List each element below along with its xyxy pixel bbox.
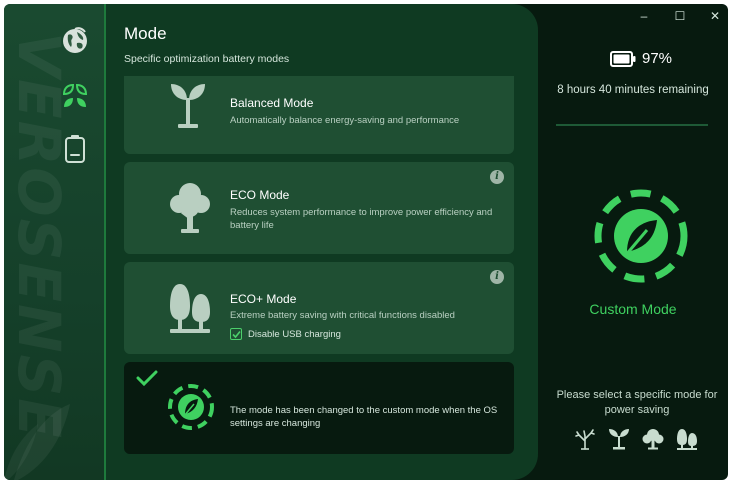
balanced-mode-title: Balanced Mode [230,96,314,110]
mode-shortcut-off[interactable] [574,428,596,450]
current-mode-icon [594,189,688,283]
brand-watermark: VEROSENSE [14,32,64,440]
forest-icon [170,284,210,333]
mode-shortcut-balanced[interactable] [608,428,630,450]
tree-small-icon [642,429,664,450]
eco-info-icon[interactable]: i [490,170,504,184]
close-button[interactable]: ✕ [703,8,727,24]
status-divider [556,124,708,126]
eco-plus-mode-description: Extreme battery saving with critical fun… [230,310,455,321]
bare-tree-icon [575,429,595,450]
battery-level-icon [610,50,636,67]
custom-mode-description: The mode has been changed to the custom … [230,405,498,430]
battery-status: 97% [610,50,672,67]
check-icon [231,330,241,338]
main-panel: Mode Specific optimization battery modes… [106,4,538,480]
current-mode-label: Custom Mode [589,301,677,317]
battery-icon [65,135,85,163]
eco-mode-title: ECO Mode [230,188,290,202]
sprout-small-icon [609,429,629,450]
verosense-app-window: VEROSENSE Mode Specific optimization bat… [4,4,728,480]
sidebar-item-globe[interactable] [58,24,92,58]
mode-shortcut-eco[interactable] [642,428,664,450]
selected-check-icon [136,370,158,386]
sidebar-item-mode[interactable] [58,79,92,113]
battery-percentage: 97% [642,50,673,67]
mode-shortcut-eco-plus[interactable] [676,428,698,450]
sprout-icon [171,84,205,128]
maximize-button[interactable]: ☐ [668,8,692,24]
disable-usb-charging-checkbox[interactable]: Disable USB charging [230,328,341,340]
tree-icon [170,183,210,233]
time-remaining: 8 hours 40 minutes remaining [557,84,709,96]
status-pane: – ☐ ✕ 97% 8 hours 40 minutes remaining C… [538,4,728,480]
eco-mode-description: Reduces system performance to improve po… [230,207,493,232]
mode-list[interactable]: i Balanced Mode Automatically balance en… [124,76,514,480]
mode-shortcuts [574,428,698,450]
mode-card-eco[interactable]: i ECO Mode Reduces system performance to… [124,162,514,254]
mode-card-custom[interactable]: The mode has been changed to the custom … [124,362,514,454]
mode-card-eco-plus[interactable]: i ECO+ Mode Extreme battery saving with … [124,262,514,354]
disable-usb-charging-label: Disable USB charging [248,328,341,340]
select-mode-hint: Please select a specific mode for power … [556,389,718,416]
mode-card-balanced[interactable]: i Balanced Mode Automatically balance en… [124,76,514,154]
page-title: Mode [124,24,167,43]
leaf-mode-icon [62,83,88,107]
leaf-watermark-icon [4,404,70,480]
page-subtitle: Specific optimization battery modes [124,53,290,65]
balanced-mode-description: Automatically balance energy-saving and … [230,115,460,126]
custom-leaf-icon [168,384,214,430]
sidebar-item-battery[interactable] [58,132,92,166]
eco-plus-info-icon[interactable]: i [490,270,504,284]
forest-small-icon [677,429,697,450]
minimize-button[interactable]: – [632,8,656,24]
eco-plus-mode-title: ECO+ Mode [230,292,297,306]
checkbox-box[interactable] [230,328,242,340]
sidebar: VEROSENSE [4,4,104,480]
globe-icon [63,27,87,53]
